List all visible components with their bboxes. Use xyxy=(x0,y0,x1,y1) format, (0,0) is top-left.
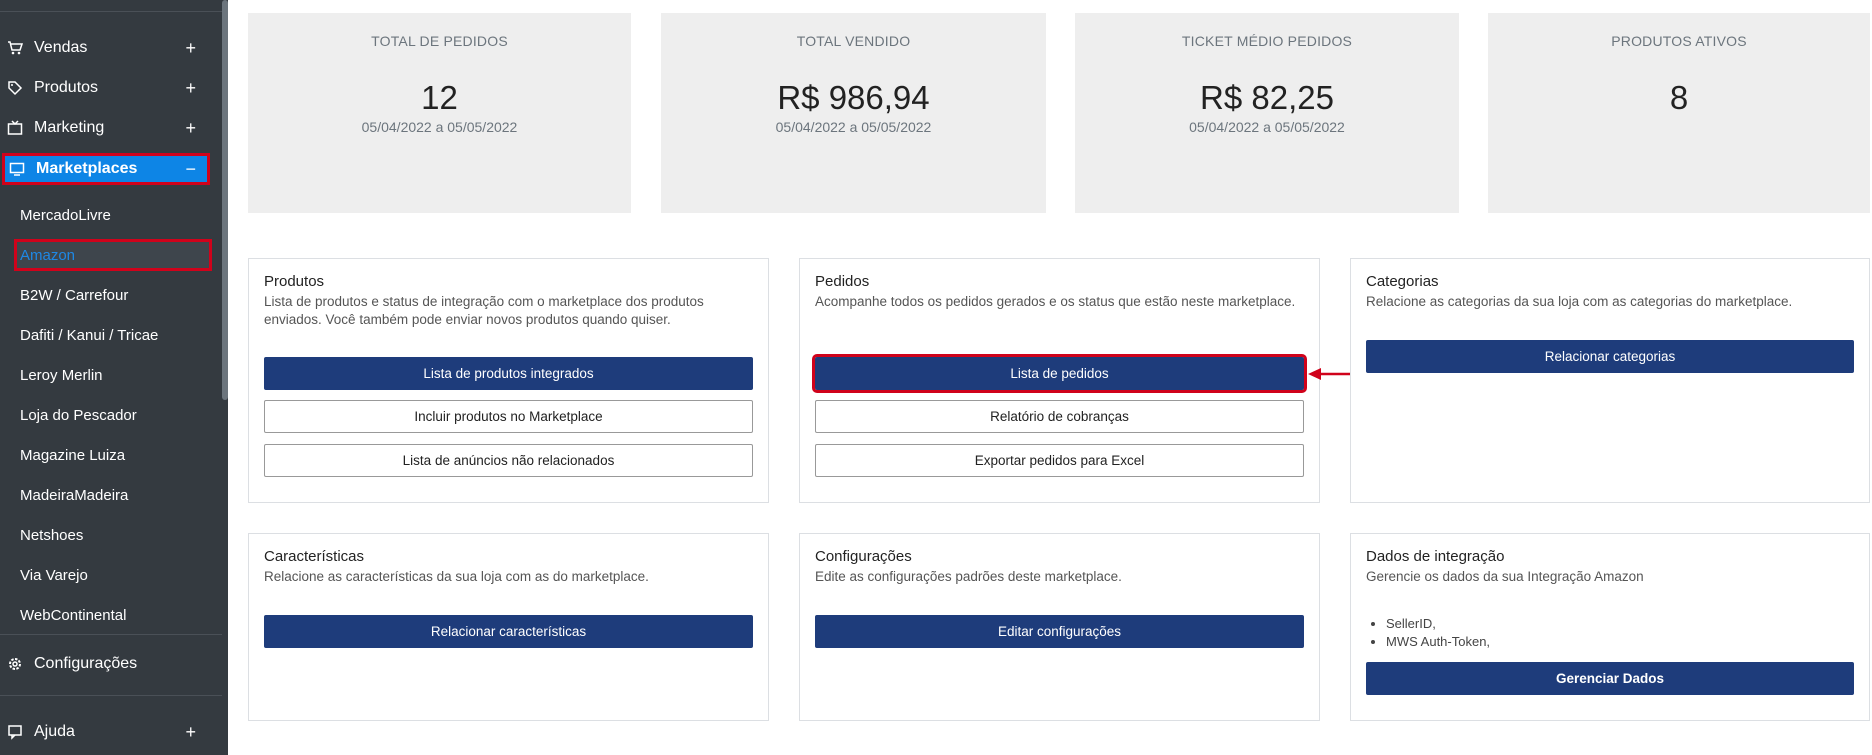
sidebar-item-label: Configurações xyxy=(34,655,138,672)
sidebar-subitem-mercadolivre[interactable]: MercadoLivre xyxy=(20,199,210,231)
sidebar-subitem-madeiramadeira[interactable]: MadeiraMadeira xyxy=(20,479,210,511)
stat-value: 12 xyxy=(421,79,458,116)
stat-range: 05/04/2022 a 05/05/2022 xyxy=(361,119,518,135)
sidebar-subitem-netshoes[interactable]: Netshoes xyxy=(20,519,210,551)
integration-fields-list: SellerID, MWS Auth-Token, xyxy=(1366,615,1490,651)
exportar-pedidos-button[interactable]: Exportar pedidos para Excel xyxy=(815,444,1304,477)
card-categorias: Categorias Relacione as categorias da su… xyxy=(1350,258,1870,503)
sidebar-subitem-magazine-luiza[interactable]: Magazine Luiza xyxy=(20,439,210,471)
list-item: MWS Auth-Token, xyxy=(1386,633,1490,651)
card-pedidos: Pedidos Acompanhe todos os pedidos gerad… xyxy=(799,258,1320,503)
stat-value: R$ 82,25 xyxy=(1200,79,1334,116)
lista-produtos-integrados-button[interactable]: Lista de produtos integrados xyxy=(264,357,753,390)
card-description: Relacione as categorias da sua loja com … xyxy=(1366,294,1793,309)
relacionar-categorias-button[interactable]: Relacionar categorias xyxy=(1366,340,1854,373)
sidebar-subitem-leroy-merlin[interactable]: Leroy Merlin xyxy=(20,359,210,391)
sidebar-item-label: Produtos xyxy=(34,79,99,96)
sidebar-subitem-via-varejo[interactable]: Via Varejo xyxy=(20,559,210,591)
lista-pedidos-button[interactable]: Lista de pedidos xyxy=(812,354,1307,393)
card-produtos: Produtos Lista de produtos e status de i… xyxy=(248,258,769,503)
collapse-icon[interactable]: − xyxy=(185,159,196,180)
relacionar-caracteristicas-button[interactable]: Relacionar características xyxy=(264,615,753,648)
card-description: Lista de produtos e status de integração… xyxy=(264,294,704,327)
sidebar-subitem-loja-do-pescador[interactable]: Loja do Pescador xyxy=(20,399,210,431)
sidebar-item-marketplaces[interactable]: Marketplaces − xyxy=(2,153,210,185)
stat-ticket-medio: TICKET MÉDIO PEDIDOS R$ 82,25 05/04/2022… xyxy=(1075,13,1459,213)
card-title: Categorias xyxy=(1366,273,1439,290)
sidebar-item-configuracoes[interactable]: Configurações xyxy=(0,647,210,681)
card-caracteristicas: Características Relacione as característ… xyxy=(248,533,769,721)
card-configuracoes: Configurações Edite as configurações pad… xyxy=(799,533,1320,721)
sidebar-subitem-amazon[interactable]: Amazon xyxy=(14,239,212,271)
card-description: Edite as configurações padrões deste mar… xyxy=(815,569,1122,584)
sidebar-item-label: Marketplaces xyxy=(36,160,138,177)
sidebar-item-label: Vendas xyxy=(34,39,88,56)
sidebar-subitem-dafiti[interactable]: Dafiti / Kanui / Tricae xyxy=(20,319,210,351)
sidebar-subitem-webcontinental[interactable]: WebContinental xyxy=(20,599,210,631)
tv-icon xyxy=(6,119,24,137)
gear-icon xyxy=(6,655,24,673)
sidebar-divider xyxy=(0,11,222,12)
sidebar-subitem-b2w[interactable]: B2W / Carrefour xyxy=(20,279,210,311)
expand-icon[interactable]: + xyxy=(185,722,196,743)
stat-produtos-ativos: PRODUTOS ATIVOS 8 xyxy=(1488,13,1870,213)
card-description: Acompanhe todos os pedidos gerados e os … xyxy=(815,294,1296,309)
card-title: Características xyxy=(264,548,365,565)
card-dados-integracao: Dados de integração Gerencie os dados da… xyxy=(1350,533,1870,721)
card-title: Pedidos xyxy=(815,273,870,290)
sidebar-divider xyxy=(0,695,222,696)
gerenciar-dados-button[interactable]: Gerenciar Dados xyxy=(1366,662,1854,695)
tag-icon xyxy=(6,79,24,97)
stat-label: TOTAL VENDIDO xyxy=(796,33,911,49)
stat-value: 8 xyxy=(1669,79,1689,116)
sidebar-item-label: Marketing xyxy=(34,119,105,136)
lista-anuncios-button[interactable]: Lista de anúncios não relacionados xyxy=(264,444,753,477)
card-description: Relacione as características da sua loja… xyxy=(264,569,649,584)
card-title: Produtos xyxy=(264,273,325,290)
card-description: Gerencie os dados da sua Integração Amaz… xyxy=(1366,569,1644,584)
stat-value: R$ 986,94 xyxy=(777,79,930,116)
stat-range: 05/04/2022 a 05/05/2022 xyxy=(775,119,932,135)
sidebar-divider xyxy=(0,634,222,635)
help-icon xyxy=(6,723,24,741)
sidebar-item-label: Ajuda xyxy=(34,723,75,740)
card-title: Dados de integração xyxy=(1366,548,1505,565)
sidebar-item-marketing[interactable]: Marketing + xyxy=(0,111,210,145)
editar-configuracoes-button[interactable]: Editar configurações xyxy=(815,615,1304,648)
stat-total-pedidos: TOTAL DE PEDIDOS 12 05/04/2022 a 05/05/2… xyxy=(248,13,631,213)
stat-label: TICKET MÉDIO PEDIDOS xyxy=(1181,33,1353,49)
expand-icon[interactable]: + xyxy=(185,78,196,99)
monitor-icon xyxy=(8,160,26,178)
stat-range: 05/04/2022 a 05/05/2022 xyxy=(1189,119,1345,135)
sidebar-item-produtos[interactable]: Produtos + xyxy=(0,71,210,105)
cart-icon xyxy=(6,39,24,57)
card-title: Configurações xyxy=(815,548,912,565)
incluir-produtos-button[interactable]: Incluir produtos no Marketplace xyxy=(264,400,753,433)
stat-total-vendido: TOTAL VENDIDO R$ 986,94 05/04/2022 a 05/… xyxy=(661,13,1046,213)
sidebar: Vendas + Produtos + Marketing + Marketpl… xyxy=(0,0,228,755)
stat-label: PRODUTOS ATIVOS xyxy=(1611,33,1747,49)
relatorio-cobrancas-button[interactable]: Relatório de cobranças xyxy=(815,400,1304,433)
expand-icon[interactable]: + xyxy=(185,118,196,139)
sidebar-item-ajuda[interactable]: Ajuda + xyxy=(0,715,210,749)
sidebar-item-vendas[interactable]: Vendas + xyxy=(0,31,210,65)
sidebar-scrollbar[interactable] xyxy=(222,0,228,400)
stat-label: TOTAL DE PEDIDOS xyxy=(371,33,508,49)
list-item: SellerID, xyxy=(1386,615,1490,633)
expand-icon[interactable]: + xyxy=(185,38,196,59)
